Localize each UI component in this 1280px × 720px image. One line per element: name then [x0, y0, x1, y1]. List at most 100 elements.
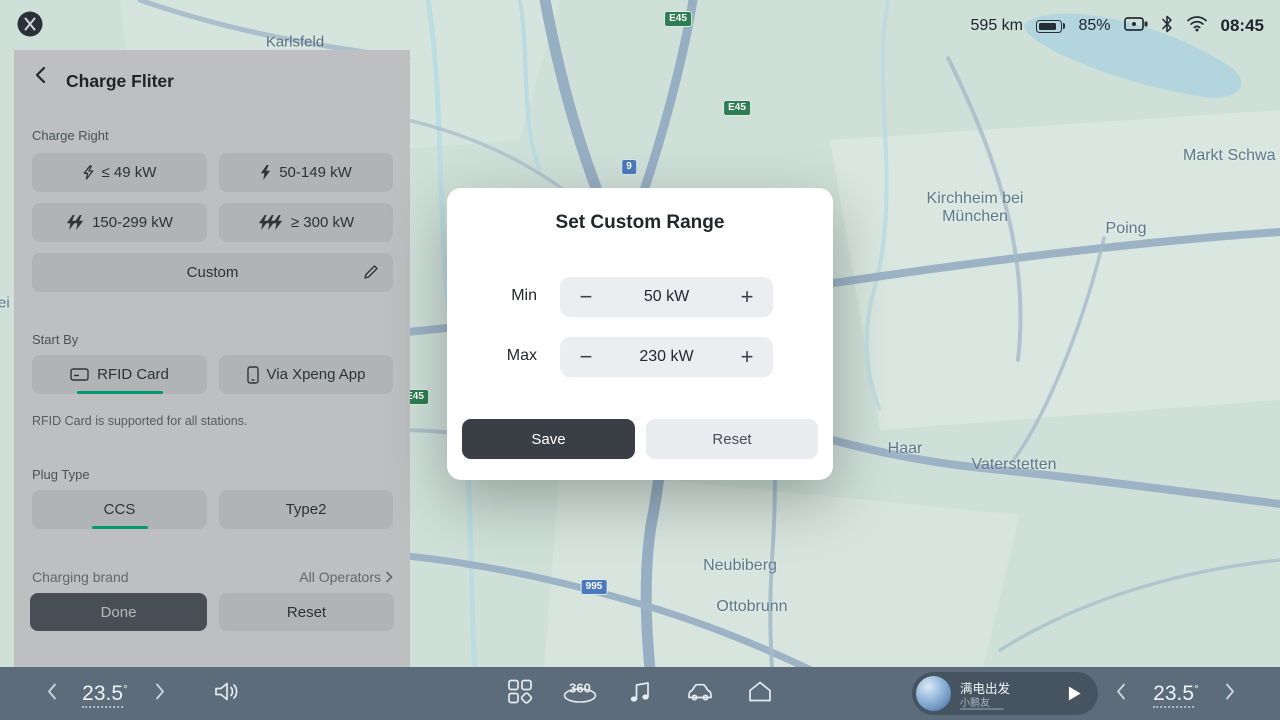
360-view-icon: 360 [561, 677, 599, 705]
album-art [916, 676, 951, 711]
charging-brand-label: Charging brand [32, 569, 129, 585]
start-by-label-app: Via Xpeng App [267, 366, 366, 383]
plug-type-type2-button[interactable]: Type2 [219, 490, 393, 529]
bluetooth-icon [1161, 15, 1173, 38]
power-filter-150-299[interactable]: 150-299 kW [32, 203, 207, 242]
wifi-icon [1186, 15, 1208, 37]
brand-logo-icon [16, 10, 44, 43]
rfid-active-underline [77, 391, 163, 394]
volume-button[interactable] [214, 680, 240, 707]
svg-text:360: 360 [569, 680, 591, 695]
chevron-left-icon [47, 682, 57, 700]
bolt-icon [83, 165, 94, 180]
driver-temperature[interactable]: 23.5° [82, 682, 128, 706]
start-by-rfid-button[interactable]: RFID Card [32, 355, 207, 394]
max-increase-button[interactable]: + [735, 346, 759, 368]
custom-label: Custom [187, 264, 239, 281]
chevron-left-icon [1116, 682, 1126, 700]
custom-range-button[interactable]: Custom [32, 253, 393, 292]
start-by-app-button[interactable]: Via Xpeng App [219, 355, 393, 394]
speaker-icon [214, 680, 240, 702]
max-decrease-button[interactable]: − [574, 346, 598, 368]
plug-type-ccs-button[interactable]: CCS [32, 490, 207, 529]
charge-right-label: Charge Right [32, 128, 109, 143]
home-icon [747, 679, 773, 703]
min-label: Min [477, 287, 537, 305]
max-label: Max [477, 347, 537, 365]
triple-bolt-icon [258, 215, 283, 230]
car-icon [685, 679, 715, 703]
play-icon [1067, 685, 1082, 702]
app-grid-icon [507, 678, 533, 704]
play-button[interactable] [1067, 685, 1082, 707]
surround-view-360-button[interactable]: 360 [561, 677, 599, 710]
modal-title: Set Custom Range [447, 212, 833, 234]
min-value: 50 kW [644, 288, 689, 306]
media-progress-track [960, 708, 1004, 710]
home-button[interactable] [747, 679, 773, 708]
range-remaining: 595 km [971, 17, 1023, 35]
battery-percent: 85% [1078, 17, 1110, 35]
back-chevron-icon [32, 66, 50, 84]
media-widget[interactable]: 满电出发 小鹏友 [912, 672, 1098, 715]
panel-title: Charge Fliter [66, 71, 174, 92]
power-filter-label: 50-149 kW [279, 164, 352, 181]
start-by-label: Start By [32, 332, 78, 347]
degree-symbol: ° [1194, 682, 1199, 696]
max-stepper: − 230 kW + [560, 337, 773, 377]
save-button[interactable]: Save [462, 419, 635, 459]
plug-type-label: Plug Type [32, 467, 90, 482]
back-button[interactable] [32, 66, 58, 92]
power-filter-label: ≤ 49 kW [102, 164, 157, 181]
custom-range-modal: Set Custom Range Min − 50 kW + Max − 230… [447, 188, 833, 480]
power-filter-50-149[interactable]: 50-149 kW [219, 153, 393, 192]
min-stepper: − 50 kW + [560, 277, 773, 317]
done-button[interactable]: Done [30, 593, 207, 631]
temp-right-decrease-button[interactable] [1116, 682, 1126, 705]
phone-icon [247, 366, 259, 384]
panel-reset-button[interactable]: Reset [219, 593, 394, 631]
passenger-temperature-value: 23.5 [1153, 682, 1194, 708]
status-bar: 595 km 85% [0, 0, 1280, 52]
power-filter-le49[interactable]: ≤ 49 kW [32, 153, 207, 192]
plug-type-ccs-label: CCS [104, 501, 136, 518]
charge-filter-panel: Charge Fliter Charge Right ≤ 49 kW 50-14… [14, 50, 410, 667]
min-decrease-button[interactable]: − [574, 286, 598, 308]
degree-symbol: ° [123, 682, 128, 696]
ccs-active-underline [92, 526, 148, 529]
bottom-dock: 23.5° 360 [0, 667, 1280, 720]
battery-icon [1036, 20, 1062, 33]
plug-type-type2-label: Type2 [286, 501, 327, 518]
chevron-right-icon [155, 682, 165, 700]
app-launcher-button[interactable] [507, 678, 533, 709]
charging-status-icon [1124, 16, 1148, 37]
rfid-card-icon [70, 367, 89, 382]
power-filter-label: ≥ 300 kW [291, 214, 354, 231]
clock-time: 08:45 [1221, 16, 1264, 36]
passenger-temperature[interactable]: 23.5° [1153, 682, 1199, 706]
max-value: 230 kW [639, 348, 693, 366]
rfid-note: RFID Card is supported for all stations. [32, 414, 247, 428]
vehicle-button[interactable] [685, 679, 715, 708]
bolt-icon [260, 165, 271, 180]
chevron-right-icon [385, 571, 393, 583]
road-shield-e45: E45 [723, 100, 751, 116]
music-button[interactable] [628, 678, 652, 709]
power-filter-ge300[interactable]: ≥ 300 kW [219, 203, 393, 242]
temp-right-increase-button[interactable] [1225, 682, 1235, 705]
chevron-right-icon [1225, 682, 1235, 700]
media-artist: 小鹏友 [960, 694, 990, 709]
music-note-icon [628, 678, 652, 704]
screen: Karlsfeld ei Markt Schwa Kirchheim bei M… [0, 0, 1280, 720]
operators-selector[interactable]: All Operators [299, 569, 393, 585]
edit-pencil-icon [363, 264, 379, 284]
operators-value: All Operators [299, 569, 381, 585]
modal-reset-button[interactable]: Reset [646, 419, 818, 459]
temp-left-decrease-button[interactable] [47, 682, 57, 705]
road-shield-995: 995 [581, 579, 608, 595]
min-increase-button[interactable]: + [735, 286, 759, 308]
road-shield-a9: 9 [621, 159, 637, 175]
start-by-label-rfid: RFID Card [97, 366, 169, 383]
double-bolt-icon [66, 215, 84, 230]
temp-left-increase-button[interactable] [155, 682, 165, 705]
